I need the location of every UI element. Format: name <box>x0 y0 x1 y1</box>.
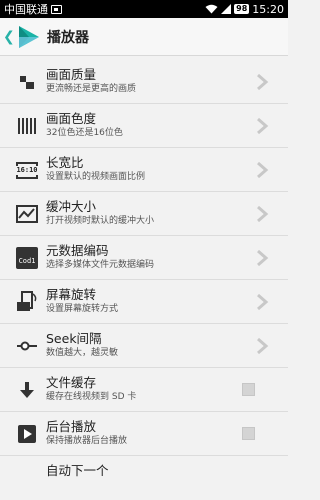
auto-next-icon <box>16 467 38 489</box>
screen-rotation-icon <box>16 291 38 313</box>
chevron-right-icon <box>257 161 269 179</box>
setting-title: 缓冲大小 <box>46 199 97 214</box>
setting-title: 元数据编码 <box>46 243 109 258</box>
setting-metadata-encoding[interactable]: Cod1 元数据编码 选择多媒体文件元数据编码 <box>0 236 288 280</box>
setting-title: 屏幕旋转 <box>46 287 97 302</box>
setting-subtitle: 缓存在线视频到 SD 卡 <box>46 392 137 402</box>
chevron-right-icon <box>257 337 269 355</box>
battery-level: 98 <box>234 4 250 14</box>
setting-title: Seek间隔 <box>46 331 102 346</box>
setting-title: 长宽比 <box>46 155 84 170</box>
setting-title: 画面质量 <box>46 67 97 82</box>
chevron-right-icon <box>257 249 269 267</box>
setting-subtitle: 更流畅还是更高的画质 <box>46 84 137 94</box>
setting-title: 文件缓存 <box>46 375 97 390</box>
setting-picture-quality[interactable]: 画面质量 更流畅还是更高的画质 <box>0 60 288 104</box>
setting-subtitle: 保持播放器后台播放 <box>46 436 128 446</box>
title-bar: ❮ 播放器 <box>0 18 288 56</box>
signal-icon <box>221 4 232 14</box>
buffer-graph-icon <box>16 203 38 225</box>
app-logo-icon[interactable] <box>15 24 41 50</box>
encoding-icon: Cod1 <box>16 247 38 269</box>
setting-subtitle: 数值越大，越灵敏 <box>46 348 119 358</box>
setting-color-depth[interactable]: 画面色度 32位色还是16位色 <box>0 104 288 148</box>
setting-auto-next[interactable]: 自动下一个 <box>0 456 288 500</box>
image-notification-icon <box>51 4 62 14</box>
setting-subtitle: 设置默认的视频画面比例 <box>46 172 146 182</box>
download-arrow-icon <box>16 379 38 401</box>
setting-buffer-size[interactable]: 缓冲大小 打开视频时默认的缓冲大小 <box>0 192 288 236</box>
wifi-icon <box>205 4 218 14</box>
back-chevron-icon[interactable]: ❮ <box>3 29 15 45</box>
status-bar: 中国联通 98 15:20 <box>0 0 288 18</box>
setting-subtitle: 设置屏幕旋转方式 <box>46 304 119 314</box>
settings-list: 画面质量 更流畅还是更高的画质 画面色度 32位色还是16位色 16:10 长宽… <box>0 60 288 500</box>
setting-title: 画面色度 <box>46 111 97 126</box>
carrier-name: 中国联通 <box>4 3 48 16</box>
file-cache-checkbox[interactable] <box>242 383 255 396</box>
aspect-ratio-icon: 16:10 <box>16 159 38 181</box>
chevron-right-icon <box>257 205 269 223</box>
setting-title: 自动下一个 <box>46 463 109 478</box>
chevron-right-icon <box>257 293 269 311</box>
setting-title: 后台播放 <box>46 419 97 434</box>
page-title: 播放器 <box>47 29 89 46</box>
status-time: 15:20 <box>252 2 284 16</box>
background-play-checkbox[interactable] <box>242 427 255 440</box>
color-bars-icon <box>16 115 38 137</box>
quality-squares-icon <box>16 71 38 93</box>
play-box-icon <box>16 423 38 445</box>
setting-screen-rotation[interactable]: 屏幕旋转 设置屏幕旋转方式 <box>0 280 288 324</box>
setting-subtitle: 选择多媒体文件元数据编码 <box>46 260 155 270</box>
setting-seek-interval[interactable]: Seek间隔 数值越大，越灵敏 <box>0 324 288 368</box>
setting-file-cache[interactable]: 文件缓存 缓存在线视频到 SD 卡 <box>0 368 288 412</box>
setting-background-play[interactable]: 后台播放 保持播放器后台播放 <box>0 412 288 456</box>
seek-slider-icon <box>16 335 38 357</box>
chevron-right-icon <box>257 117 269 135</box>
setting-subtitle: 打开视频时默认的缓冲大小 <box>46 216 155 226</box>
setting-aspect-ratio[interactable]: 16:10 长宽比 设置默认的视频画面比例 <box>0 148 288 192</box>
setting-subtitle: 32位色还是16位色 <box>46 128 123 138</box>
chevron-right-icon <box>257 73 269 91</box>
